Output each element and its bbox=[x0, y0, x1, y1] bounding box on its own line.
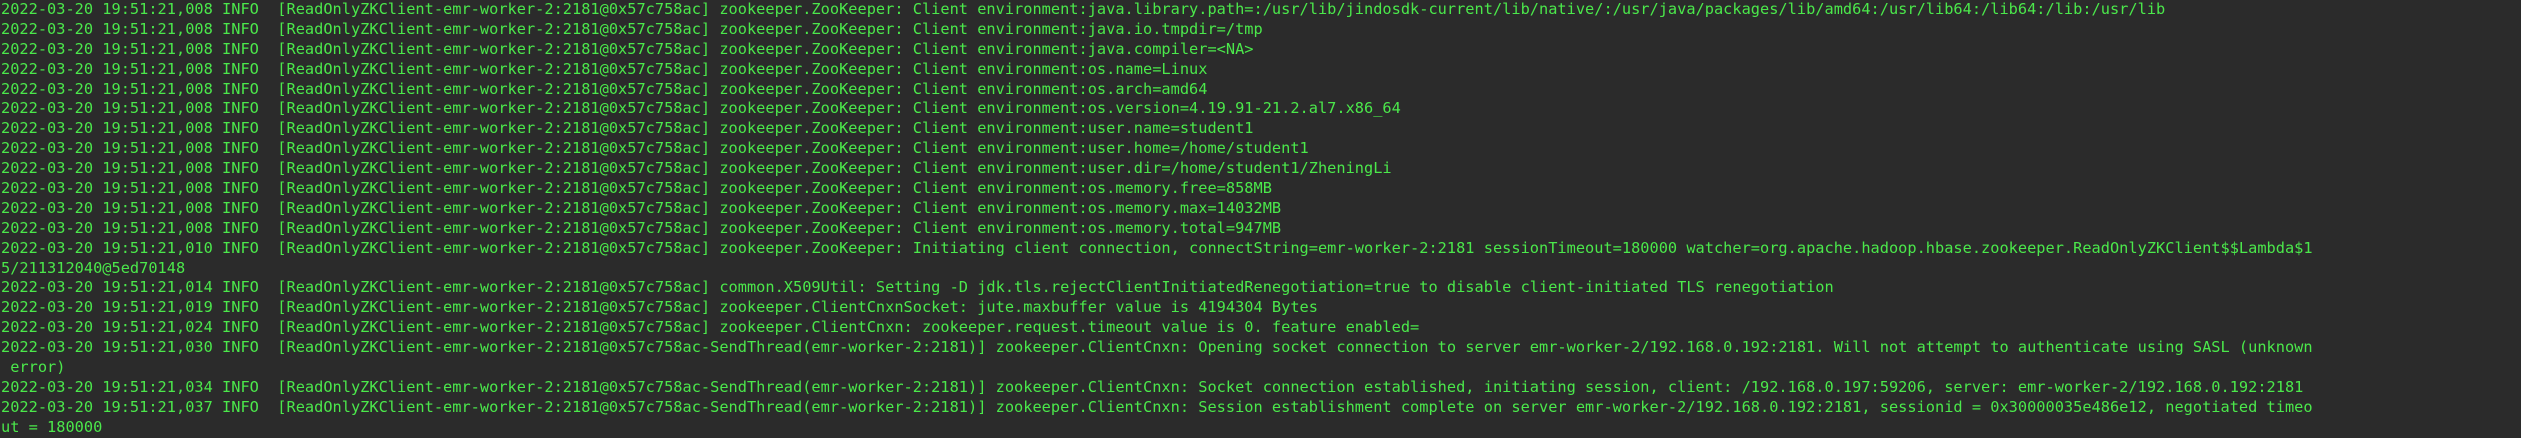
log-line-continuation: error) bbox=[1, 358, 66, 377]
log-line: 2022-03-20 19:51:21,008 INFO [ReadOnlyZK… bbox=[1, 99, 1401, 118]
log-line-continuation: 5/211312040@5ed70148 bbox=[1, 258, 186, 277]
log-line: 2022-03-20 19:51:21,008 INFO [ReadOnlyZK… bbox=[1, 198, 1282, 217]
log-output: 2022-03-20 19:51:21,008 INFO [ReadOnlyZK… bbox=[1, 0, 2521, 438]
log-line: 2022-03-20 19:51:21,008 INFO [ReadOnlyZK… bbox=[1, 119, 1254, 138]
log-line: 2022-03-20 19:51:21,008 INFO [ReadOnlyZK… bbox=[1, 59, 1208, 78]
terminal-window[interactable]: 2022-03-20 19:51:21,008 INFO [ReadOnlyZK… bbox=[0, 0, 2521, 438]
log-line: 2022-03-20 19:51:21,008 INFO [ReadOnlyZK… bbox=[1, 79, 1208, 98]
log-line: 2022-03-20 19:51:21,008 INFO [ReadOnlyZK… bbox=[1, 159, 1392, 178]
log-line: 2022-03-20 19:51:21,008 INFO [ReadOnlyZK… bbox=[1, 179, 1272, 198]
log-line: 2022-03-20 19:51:21,014 INFO [ReadOnlyZK… bbox=[1, 278, 1834, 297]
log-line: 2022-03-20 19:51:21,019 INFO [ReadOnlyZK… bbox=[1, 298, 1318, 317]
log-line: 2022-03-20 19:51:21,008 INFO [ReadOnlyZK… bbox=[1, 39, 1254, 58]
log-line: 2022-03-20 19:51:21,008 INFO [ReadOnlyZK… bbox=[1, 19, 1263, 38]
log-line: 2022-03-20 19:51:21,034 INFO [ReadOnlyZK… bbox=[1, 377, 2304, 396]
log-line: 2022-03-20 19:51:21,030 INFO [ReadOnlyZK… bbox=[1, 338, 2313, 357]
log-line: 2022-03-20 19:51:21,037 INFO [ReadOnlyZK… bbox=[1, 397, 2313, 416]
log-line: 2022-03-20 19:51:21,008 INFO [ReadOnlyZK… bbox=[1, 0, 2166, 18]
log-line: 2022-03-20 19:51:21,010 INFO [ReadOnlyZK… bbox=[1, 238, 2313, 257]
log-line: 2022-03-20 19:51:21,008 INFO [ReadOnlyZK… bbox=[1, 218, 1282, 237]
log-line: 2022-03-20 19:51:21,024 INFO [ReadOnlyZK… bbox=[1, 318, 1420, 337]
log-line: 2022-03-20 19:51:21,008 INFO [ReadOnlyZK… bbox=[1, 139, 1309, 158]
log-line-continuation: ut = 180000 bbox=[1, 417, 103, 436]
